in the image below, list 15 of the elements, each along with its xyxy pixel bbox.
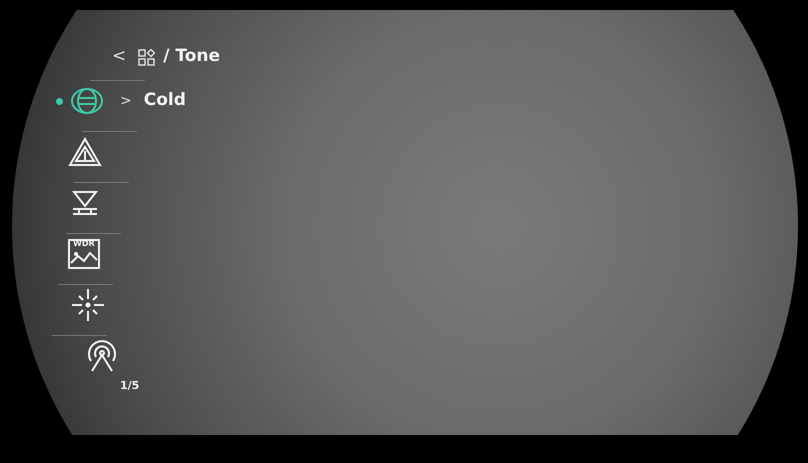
- menu-item[interactable]: [70, 287, 106, 323]
- back-button[interactable]: <: [112, 44, 126, 70]
- page-indicator: 1/5: [120, 378, 140, 394]
- signal-tower-icon: [86, 339, 118, 373]
- sparkle-icon: [70, 287, 106, 323]
- grid-icon: [138, 48, 156, 66]
- breadcrumb-title: / Tone: [163, 45, 220, 68]
- tone-value: Cold: [144, 89, 186, 112]
- menu-item[interactable]: [70, 189, 100, 217]
- menu-item[interactable]: [86, 339, 118, 373]
- chevron-text: >: [120, 92, 132, 110]
- warning-triangle-icon: [68, 137, 102, 167]
- globe-icon: [70, 87, 104, 115]
- menu-item[interactable]: [70, 87, 104, 115]
- calibration-icon: [70, 189, 100, 217]
